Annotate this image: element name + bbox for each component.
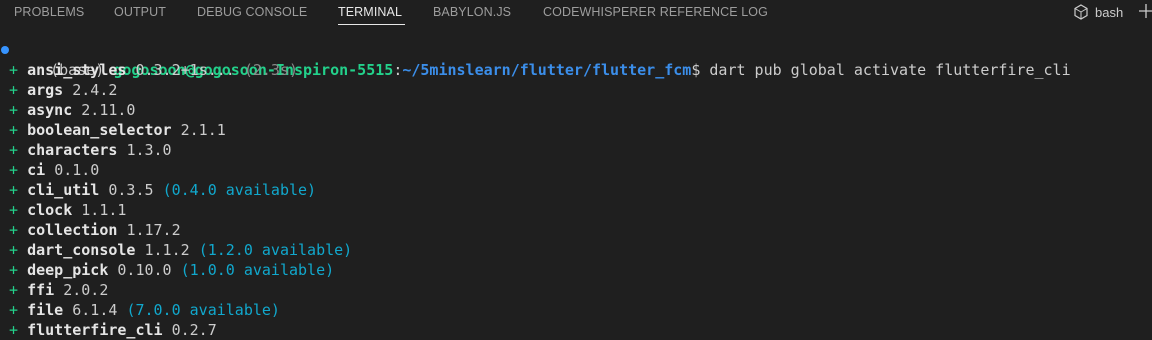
package-added-marker: + xyxy=(0,201,28,219)
package-line: + boolean_selector 2.1.1 xyxy=(0,120,226,140)
prompt-colon: : xyxy=(393,61,403,79)
package-added-marker: + xyxy=(0,241,28,259)
package-name: async xyxy=(27,101,73,119)
package-line: + ci 0.1.0 xyxy=(0,160,99,180)
active-tab-indicator xyxy=(338,24,405,25)
package-name: collection xyxy=(27,221,118,239)
package-version: 0.3.5 xyxy=(108,181,154,199)
new-terminal-plus-icon[interactable] xyxy=(1138,2,1152,20)
package-version: 0.3.2+1 xyxy=(135,61,199,79)
package-version: 6.1.4 xyxy=(72,301,118,319)
package-name: deep_pick xyxy=(27,261,109,279)
terminal-bash-icon xyxy=(1074,4,1088,20)
package-version: 1.17.2 xyxy=(126,221,181,239)
tab-problems[interactable]: PROBLEMS xyxy=(14,5,84,19)
package-line: + deep_pick 0.10.0 (1.0.0 available) xyxy=(0,260,334,280)
package-line: + clock 1.1.1 xyxy=(0,200,126,220)
panel-tab-bar: PROBLEMS OUTPUT DEBUG CONSOLE TERMINAL B… xyxy=(0,0,1152,26)
tab-terminal[interactable]: TERMINAL xyxy=(338,5,402,19)
package-available-version: (1.2.0 available) xyxy=(198,241,353,259)
package-version: 0.2.7 xyxy=(171,321,217,339)
package-line: + ansi_styles 0.3.2+1s... (2.3s) xyxy=(0,60,298,80)
tab-debug-console[interactable]: DEBUG CONSOLE xyxy=(197,5,307,19)
package-available-version: (0.4.0 available) xyxy=(162,181,317,199)
package-added-marker: + xyxy=(0,261,28,279)
package-available-version: (7.0.0 available) xyxy=(126,301,280,319)
package-added-marker: + xyxy=(0,281,28,299)
package-name: file xyxy=(27,301,64,319)
package-line: + args 2.4.2 xyxy=(0,80,117,100)
tab-codewhisperer-reference-log[interactable]: CODEWHISPERER REFERENCE LOG xyxy=(543,5,768,19)
command-decoration-icon[interactable] xyxy=(1,46,9,54)
terminal-output[interactable]: (base) gogosoon@gogosoon-Inspiron-5515:~… xyxy=(0,40,1152,339)
package-line: + cli_util 0.3.5 (0.4.0 available) xyxy=(0,180,316,200)
package-added-marker: + xyxy=(0,81,28,99)
package-line: + dart_console 1.1.2 (1.2.0 available) xyxy=(0,240,352,260)
package-name: dart_console xyxy=(27,241,136,259)
package-line: + ffi 2.0.2 xyxy=(0,280,108,300)
package-name: cli_util xyxy=(27,181,100,199)
working-directory: ~/5minslearn/flutter/flutter_fcm xyxy=(402,61,692,79)
package-version: 1.1.2 xyxy=(144,241,190,259)
tab-output[interactable]: OUTPUT xyxy=(114,5,166,19)
package-name: characters xyxy=(27,141,118,159)
package-line: + collection 1.17.2 xyxy=(0,220,181,240)
package-name: ansi_styles xyxy=(27,61,127,79)
package-name: clock xyxy=(27,201,73,219)
package-added-marker: + xyxy=(0,181,28,199)
package-added-marker: + xyxy=(0,121,28,139)
package-added-marker: + xyxy=(0,221,28,239)
package-line: + flutterfire_cli 0.2.7 xyxy=(0,320,217,340)
prompt-symbol: $ xyxy=(691,61,710,79)
terminal-prompt-line: (base) gogosoon@gogosoon-Inspiron-5515:~… xyxy=(0,40,1071,79)
package-added-marker: + xyxy=(0,301,28,319)
shell-name: bash xyxy=(1095,4,1124,20)
package-version: 1.3.0 xyxy=(126,141,172,159)
tab-babylonjs[interactable]: BABYLON.JS xyxy=(433,5,511,19)
package-extra: s... xyxy=(198,61,235,79)
package-added-marker: + xyxy=(0,61,28,79)
package-version: 0.10.0 xyxy=(117,261,172,279)
package-line: + file 6.1.4 (7.0.0 available) xyxy=(0,300,280,320)
package-added-marker: + xyxy=(0,101,28,119)
package-version: 1.1.1 xyxy=(81,201,127,219)
package-version: 2.11.0 xyxy=(81,101,136,119)
package-name: ffi xyxy=(27,281,55,299)
package-line: + async 2.11.0 xyxy=(0,100,135,120)
package-added-marker: + xyxy=(0,161,28,179)
package-added-marker: + xyxy=(0,141,28,159)
package-timing: (2.3s) xyxy=(243,61,299,79)
package-name: ci xyxy=(27,161,46,179)
package-version: 2.4.2 xyxy=(72,81,118,99)
package-added-marker: + xyxy=(0,321,28,339)
package-version: 2.1.1 xyxy=(180,121,226,139)
command-text: dart pub global activate flutterfire_cli xyxy=(709,61,1071,79)
package-name: args xyxy=(27,81,64,99)
terminal-shell-selector[interactable]: bash xyxy=(1073,3,1123,21)
package-version: 2.0.2 xyxy=(63,281,109,299)
package-name: flutterfire_cli xyxy=(27,321,163,339)
package-line: + characters 1.3.0 xyxy=(0,140,172,160)
package-available-version: (1.0.0 available) xyxy=(180,261,335,279)
package-name: boolean_selector xyxy=(27,121,172,139)
package-version: 0.1.0 xyxy=(54,161,100,179)
